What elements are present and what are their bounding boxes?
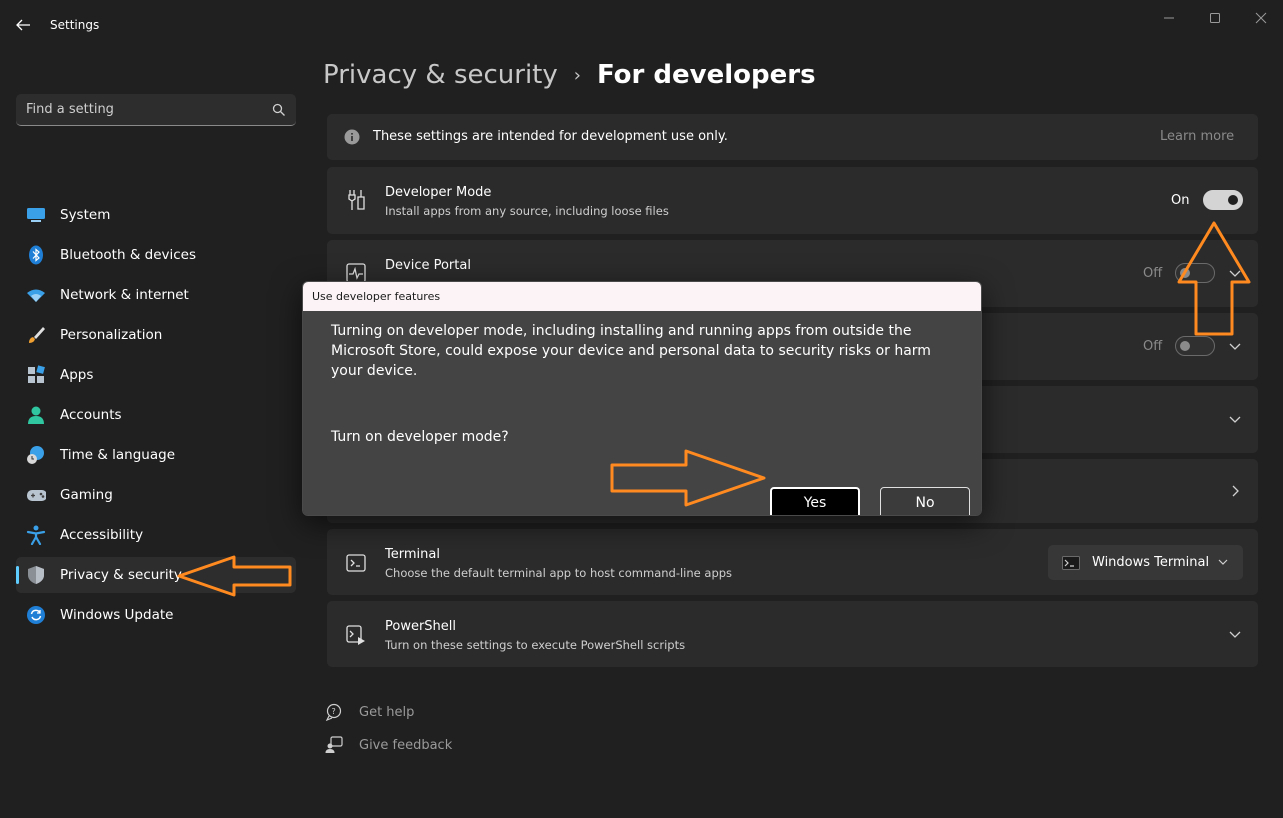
give-feedback-link[interactable]: Give feedback — [325, 736, 452, 754]
back-arrow-icon[interactable] — [14, 16, 32, 34]
close-icon — [1255, 12, 1267, 24]
device-portal-title: Device Portal — [385, 258, 471, 273]
shield-icon — [26, 565, 46, 585]
device-discovery-toggle[interactable] — [1175, 336, 1215, 356]
get-help-link[interactable]: ? Get help — [325, 703, 414, 721]
dialog-title: Use developer features — [303, 282, 981, 311]
sidebar-item-label: Time & language — [60, 447, 176, 463]
sidebar-item-label: System — [60, 207, 111, 223]
device-portal-state: Off — [1143, 266, 1163, 281]
chevron-down-icon[interactable] — [1228, 627, 1242, 641]
gamepad-icon — [26, 485, 46, 505]
developer-features-dialog: Use developer features Turning on develo… — [302, 281, 982, 516]
sidebar-item-bluetooth[interactable]: Bluetooth & devices — [16, 237, 296, 273]
sidebar-item-accessibility[interactable]: Accessibility — [16, 517, 296, 553]
chevron-down-icon — [1218, 559, 1228, 565]
sidebar-item-gaming[interactable]: Gaming — [16, 477, 296, 513]
search-box[interactable] — [16, 94, 296, 126]
globe-clock-icon — [26, 445, 46, 465]
title-bar: Settings — [0, 0, 1283, 48]
minimize-button[interactable] — [1156, 8, 1182, 28]
minimize-icon — [1164, 17, 1174, 19]
chevron-down-icon[interactable] — [1228, 266, 1242, 280]
sidebar-item-windows-update[interactable]: Windows Update — [16, 597, 296, 633]
refresh-icon — [26, 605, 46, 625]
sidebar-item-apps[interactable]: Apps — [16, 357, 296, 393]
terminal-title: Terminal — [385, 547, 440, 562]
breadcrumb-parent[interactable]: Privacy & security — [323, 60, 558, 90]
sidebar-item-label: Gaming — [60, 487, 113, 503]
chevron-right-icon[interactable] — [1228, 484, 1242, 498]
bluetooth-icon — [26, 245, 46, 265]
sidebar-item-label: Apps — [60, 367, 94, 383]
terminal-select-value: Windows Terminal — [1092, 555, 1210, 570]
person-icon — [26, 405, 46, 425]
yes-button[interactable]: Yes — [770, 487, 860, 515]
maximize-button[interactable] — [1202, 8, 1228, 28]
breadcrumb: Privacy & security › For developers — [323, 60, 816, 90]
maximize-icon — [1210, 13, 1220, 23]
no-button[interactable]: No — [880, 487, 970, 515]
sidebar-item-accounts[interactable]: Accounts — [16, 397, 296, 433]
developer-mode-row: Developer Mode Install apps from any sou… — [327, 167, 1258, 234]
powershell-row[interactable]: PowerShell Turn on these settings to exe… — [327, 601, 1258, 667]
sidebar-item-label: Bluetooth & devices — [60, 247, 197, 263]
sidebar-item-personalization[interactable]: Personalization — [16, 317, 296, 353]
wifi-icon — [26, 285, 46, 305]
learn-more-link[interactable]: Learn more — [1160, 129, 1234, 144]
developer-mode-state: On — [1171, 193, 1190, 208]
get-help-label: Get help — [359, 704, 415, 720]
apps-icon — [26, 365, 46, 385]
sidebar-item-time-language[interactable]: Time & language — [16, 437, 296, 473]
sidebar-item-network[interactable]: Network & internet — [16, 277, 296, 313]
developer-mode-title: Developer Mode — [385, 185, 492, 200]
chevron-down-icon[interactable] — [1228, 339, 1242, 353]
sidebar-item-privacy-security[interactable]: Privacy & security — [16, 557, 296, 593]
chevron-down-icon[interactable] — [1228, 412, 1242, 426]
developer-mode-toggle[interactable] — [1203, 190, 1243, 210]
give-feedback-label: Give feedback — [359, 737, 453, 753]
close-button[interactable] — [1248, 8, 1274, 28]
page-title: For developers — [596, 60, 816, 90]
monitor-icon — [26, 205, 46, 225]
svg-text:?: ? — [332, 707, 336, 716]
developer-mode-subtitle: Install apps from any source, including … — [385, 204, 669, 218]
feedback-icon — [325, 736, 343, 753]
app-title: Settings — [50, 18, 100, 32]
terminal-icon — [345, 552, 367, 574]
info-banner: These settings are intended for developm… — [327, 114, 1258, 160]
accessibility-icon — [26, 525, 46, 545]
device-discovery-state: Off — [1143, 339, 1163, 354]
help-chat-icon: ? — [325, 703, 342, 721]
sidebar-item-label: Privacy & security — [60, 567, 182, 583]
dialog-body: Turning on developer mode, including ins… — [303, 311, 981, 515]
powershell-icon — [345, 624, 367, 646]
windows-terminal-icon — [1062, 555, 1080, 574]
dialog-message: Turning on developer mode, including ins… — [331, 323, 931, 379]
powershell-title: PowerShell — [385, 619, 457, 634]
search-icon — [272, 103, 285, 116]
sidebar-item-system[interactable]: System — [16, 197, 296, 233]
sidebar-item-label: Network & internet — [60, 287, 189, 303]
developer-tools-icon — [345, 189, 367, 211]
breadcrumb-separator: › — [573, 64, 581, 86]
sidebar-item-label: Accessibility — [60, 527, 144, 543]
info-icon — [341, 126, 363, 148]
dialog-question: Turn on developer mode? — [331, 429, 509, 445]
sidebar-item-label: Windows Update — [60, 607, 174, 623]
powershell-subtitle: Turn on these settings to execute PowerS… — [385, 638, 686, 652]
terminal-subtitle: Choose the default terminal app to host … — [385, 566, 733, 580]
sidebar-item-label: Personalization — [60, 327, 163, 343]
paintbrush-icon — [26, 325, 46, 345]
search-input[interactable] — [26, 102, 272, 117]
info-banner-text: These settings are intended for developm… — [373, 129, 728, 144]
device-portal-toggle[interactable] — [1175, 263, 1215, 283]
terminal-select[interactable]: Windows Terminal — [1048, 545, 1243, 580]
sidebar-item-label: Accounts — [60, 407, 122, 423]
